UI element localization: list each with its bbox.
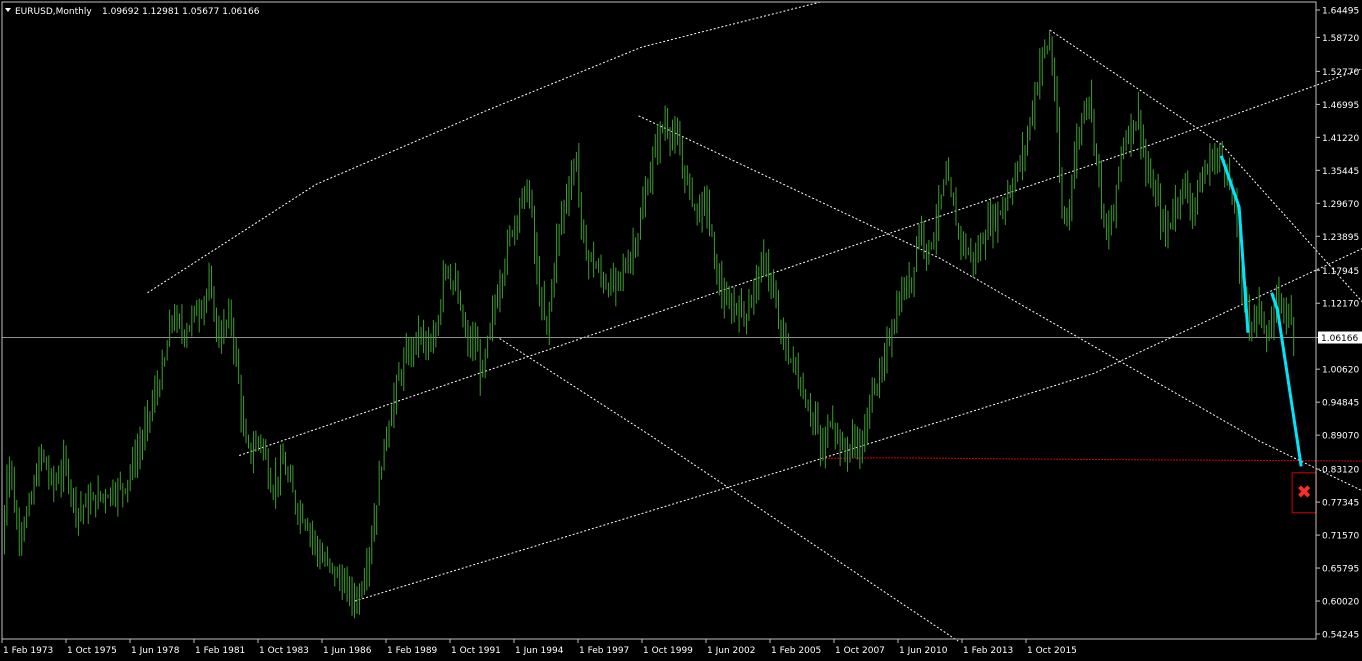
y-tick-label: 0.60020 xyxy=(1322,598,1359,608)
y-tick-label: 0.54245 xyxy=(1322,631,1359,641)
y-tick-label: 1.29670 xyxy=(1322,200,1359,210)
x-tick-label: 1 Jun 2002 xyxy=(707,646,755,656)
y-tick-label: 0.94845 xyxy=(1322,399,1359,409)
y-tick-label: 1.46995 xyxy=(1322,101,1359,111)
y-tick-label: 0.71570 xyxy=(1322,532,1359,542)
x-tick-label: 1 Oct 1975 xyxy=(67,646,117,656)
stop-marker-icon: ✖ xyxy=(1297,482,1312,503)
y-tick-label: 0.83120 xyxy=(1322,466,1359,476)
x-tick-label: 1 Jun 1978 xyxy=(131,646,180,656)
y-tick-label: 1.35445 xyxy=(1322,167,1359,177)
x-tick-label: 1 Feb 1981 xyxy=(195,646,245,656)
chart-canvas[interactable]: ✖ 1.64495 1.58720 1.52770 1.46995 1.41220 1.3… xyxy=(0,0,1362,661)
ohlc-values: 1.09692 1.12981 1.05677 1.06166 xyxy=(102,7,260,17)
x-tick-label: 1 Feb 1973 xyxy=(3,646,53,656)
x-tick-label: 1 Oct 1991 xyxy=(451,646,501,656)
y-tick-label: 1.41220 xyxy=(1322,134,1359,144)
x-tick-label: 1 Jun 1986 xyxy=(323,646,372,656)
y-tick-label: 1.23895 xyxy=(1322,233,1359,243)
x-tick-label: 1 Feb 1997 xyxy=(579,646,629,656)
y-tick-label: 1.52770 xyxy=(1322,68,1359,78)
x-tick-label: 1 Jun 2010 xyxy=(899,646,948,656)
y-tick-label: 1.12170 xyxy=(1322,300,1359,310)
y-tick-label: 0.77345 xyxy=(1322,499,1359,509)
x-tick-label: 1 Oct 2015 xyxy=(1027,646,1077,656)
x-tick-label: 1 Jun 1994 xyxy=(515,646,564,656)
y-tick-label: 1.58720 xyxy=(1322,34,1359,44)
y-tick-label: 1.17945 xyxy=(1322,267,1359,277)
x-tick-label: 1 Oct 1999 xyxy=(643,646,693,656)
symbol-label: EURUSD,Monthly xyxy=(15,7,92,17)
y-tick-label: 0.89070 xyxy=(1322,432,1359,442)
x-tick-label: 1 Feb 2013 xyxy=(963,646,1013,656)
y-tick-label: 1.00620 xyxy=(1322,366,1359,376)
chart-background xyxy=(0,0,1362,661)
x-tick-label: 1 Feb 1989 xyxy=(387,646,438,656)
current-price-label: 1.06166 xyxy=(1321,334,1358,344)
y-tick-label: 1.64495 xyxy=(1322,7,1359,17)
y-tick-label: 0.65795 xyxy=(1322,565,1359,575)
x-tick-label: 1 Oct 1983 xyxy=(259,646,309,656)
x-tick-label: 1 Feb 2005 xyxy=(771,646,821,656)
x-tick-label: 1 Oct 2007 xyxy=(835,646,885,656)
